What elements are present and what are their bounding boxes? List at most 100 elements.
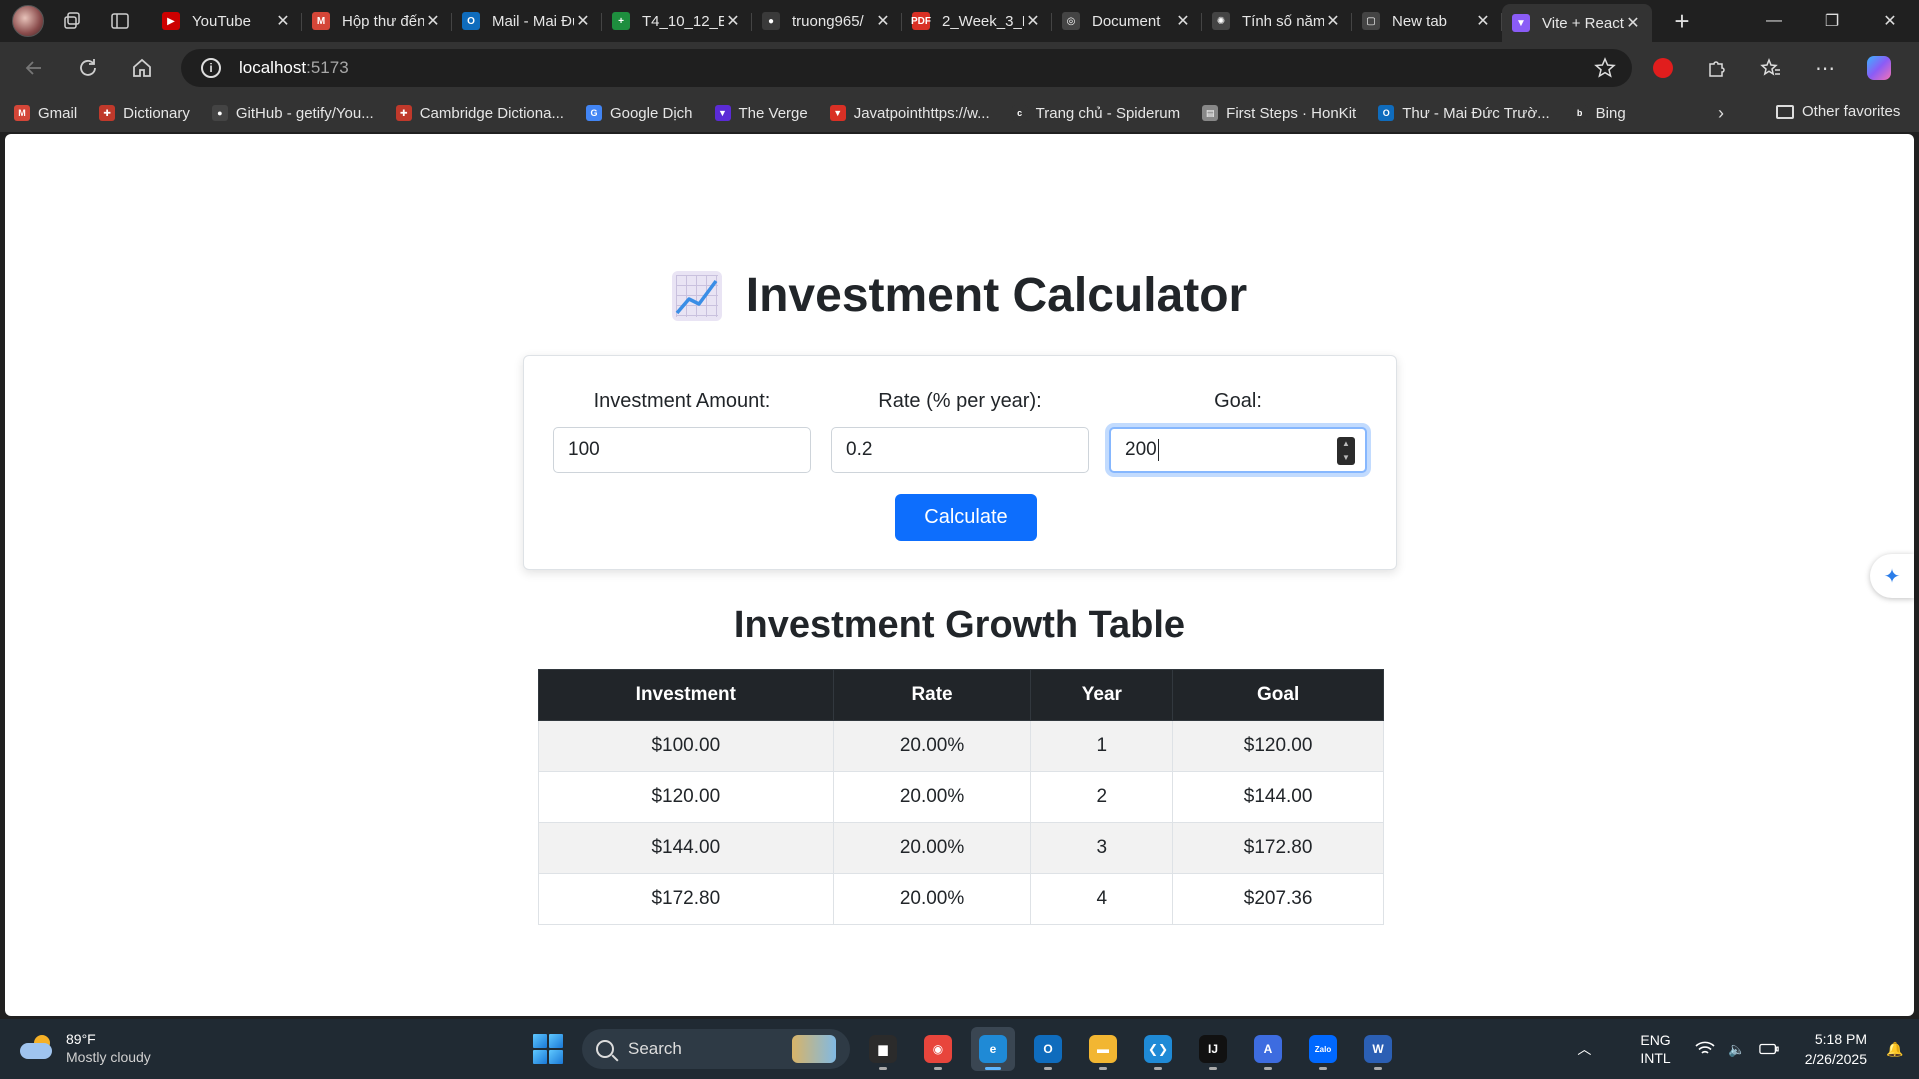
bookmark-item[interactable]: ● GitHub - getify/You... xyxy=(211,105,374,122)
close-tab-icon[interactable]: ✕ xyxy=(724,12,742,30)
spin-up-icon[interactable]: ▲ xyxy=(1342,440,1350,448)
close-tab-icon[interactable]: ✕ xyxy=(1474,12,1492,30)
address-bar[interactable]: i localhost:5173 xyxy=(181,49,1632,87)
weather-widget[interactable]: 89°F Mostly cloudy xyxy=(20,1030,151,1066)
clock[interactable]: 5:18 PM 2/26/2025 xyxy=(1805,1029,1867,1069)
taskbar-app[interactable]: e xyxy=(971,1027,1015,1071)
other-favorites[interactable]: Other favorites xyxy=(1776,103,1900,120)
home-icon[interactable] xyxy=(122,48,162,88)
back-icon[interactable] xyxy=(14,48,54,88)
close-tab-icon[interactable]: ✕ xyxy=(574,12,592,30)
minimize-icon[interactable]: — xyxy=(1745,0,1803,42)
bookmark-label: Dictionary xyxy=(123,104,190,122)
zalo-icon: Zalo xyxy=(1309,1035,1337,1063)
url-text[interactable]: localhost:5173 xyxy=(239,58,349,78)
chevron-up-icon[interactable]: ︿ xyxy=(1574,1040,1594,1058)
workspaces-icon[interactable] xyxy=(52,5,92,37)
tab-title: T4_10_12_Bảng xyxy=(642,12,724,30)
taskbar-search[interactable]: Search xyxy=(582,1029,850,1069)
tab-1[interactable]: M Hộp thư đến ✕ xyxy=(302,4,452,38)
taskbar-app[interactable]: ❮❯ xyxy=(1136,1027,1180,1071)
restore-icon[interactable]: ❐ xyxy=(1803,0,1861,42)
taskbar-app[interactable]: ◉ xyxy=(916,1027,960,1071)
tab-9[interactable]: ▼ Vite + React ✕ xyxy=(1502,4,1652,42)
taskbar-app[interactable]: ▆ xyxy=(861,1027,905,1071)
copilot-sidebar-icon[interactable]: ✦ xyxy=(1870,554,1914,598)
calculate-button[interactable]: Calculate xyxy=(895,494,1037,541)
bookmarks-overflow-icon[interactable]: › xyxy=(1718,103,1724,124)
more-menu-icon[interactable]: ⋯ xyxy=(1805,48,1845,88)
wifi-icon[interactable] xyxy=(1695,1040,1715,1058)
windows-start-icon[interactable] xyxy=(526,1027,570,1071)
close-tab-icon[interactable]: ✕ xyxy=(1024,12,1042,30)
table-cell: $144.00 xyxy=(538,822,834,874)
table-cell: 1 xyxy=(1030,720,1174,772)
edge-icon: e xyxy=(979,1035,1007,1063)
bookmark-item[interactable]: ✚ Dictionary xyxy=(99,105,190,122)
taskbar-app[interactable]: O xyxy=(1026,1027,1070,1071)
amount-input[interactable]: 100 xyxy=(553,427,811,473)
close-window-icon[interactable]: ✕ xyxy=(1861,0,1919,42)
tab-title: Tính số năm xyxy=(1242,12,1324,30)
bookmark-item[interactable]: b Bing xyxy=(1571,105,1626,122)
bookmark-item[interactable]: c Trang chủ - Spiderum xyxy=(1011,105,1180,122)
bookmark-item[interactable]: ▼ Javatpointhttps://w... xyxy=(829,105,990,122)
tab-0[interactable]: ▶ YouTube ✕ xyxy=(152,4,302,38)
tab-2[interactable]: O Mail - Mai Đức✕ xyxy=(452,4,602,38)
bookmark-item[interactable]: ▤ First Steps · HonKit xyxy=(1202,105,1356,122)
close-tab-icon[interactable]: ✕ xyxy=(274,12,292,30)
running-indicator xyxy=(1099,1067,1107,1070)
taskbar-app[interactable]: W xyxy=(1356,1027,1400,1071)
language-indicator[interactable]: ENG INTL xyxy=(1640,1031,1670,1067)
refresh-icon[interactable] xyxy=(68,48,108,88)
bookmark-item[interactable]: M Gmail xyxy=(14,105,77,122)
copilot-icon[interactable] xyxy=(1859,48,1899,88)
running-indicator xyxy=(1044,1067,1052,1070)
spin-down-icon[interactable]: ▼ xyxy=(1342,454,1350,462)
close-tab-icon[interactable]: ✕ xyxy=(424,12,442,30)
bookmarks-bar: M Gmail ✚ Dictionary ● GitHub - getify/You...… xyxy=(0,94,1919,132)
taskbar-app[interactable]: A xyxy=(1246,1027,1290,1071)
favorites-icon[interactable] xyxy=(1751,48,1791,88)
volume-muted-icon[interactable]: 🔈 xyxy=(1727,1040,1747,1058)
tab-6[interactable]: ◎ Document ✕ xyxy=(1052,4,1202,38)
taskbar-app[interactable]: IJ xyxy=(1191,1027,1235,1071)
outlook-icon: O xyxy=(462,12,480,30)
extensions-puzzle-icon[interactable] xyxy=(1697,48,1737,88)
number-spinner[interactable]: ▲ ▼ xyxy=(1337,437,1355,465)
close-tab-icon[interactable]: ✕ xyxy=(1174,12,1192,30)
pdf-icon: PDF xyxy=(911,12,931,30)
close-tab-icon[interactable]: ✕ xyxy=(874,12,892,30)
site-info-icon[interactable]: i xyxy=(201,58,221,78)
bookmark-item[interactable]: G Google Dịch xyxy=(585,105,693,122)
other-favorites-label: Other favorites xyxy=(1802,103,1901,120)
system-tray: ︿ ENG INTL 🔈 5:18 PM 2/26/2025 🔔 xyxy=(1574,1019,1919,1079)
bookmark-item[interactable]: O Thư - Mai Đức Trườ... xyxy=(1378,105,1550,122)
new-tab-button[interactable]: + xyxy=(1664,3,1700,39)
tab-8[interactable]: ▢ New tab ✕ xyxy=(1352,4,1502,38)
battery-icon[interactable] xyxy=(1758,1040,1779,1058)
word-icon: W xyxy=(1364,1035,1392,1063)
tab-4[interactable]: ● truong965/ ✕ xyxy=(752,4,902,38)
tab-strip: ▶YouTube✕MHộp thư đến✕OMail - Mai Đức✕+T… xyxy=(0,0,1919,42)
taskbar-app[interactable]: ▬ xyxy=(1081,1027,1125,1071)
growth-table: Investment Rate Year Goal $100.00 20.00% 1 $12… xyxy=(538,669,1384,925)
profile-avatar[interactable] xyxy=(12,5,44,37)
tab-5[interactable]: PDF 2_Week_3_Ex✕ xyxy=(902,4,1052,38)
extension-red-icon[interactable] xyxy=(1643,48,1683,88)
bookmark-item[interactable]: ✚ Cambridge Dictiona... xyxy=(395,105,564,122)
bookmark-item[interactable]: ▼ The Verge xyxy=(714,105,808,122)
rate-input[interactable]: 0.2 xyxy=(831,427,1089,473)
taskbar-app[interactable]: Zalo xyxy=(1301,1027,1345,1071)
taskbar-search-text: Search xyxy=(628,1039,682,1058)
tab-3[interactable]: + T4_10_12_Bảng✕ xyxy=(602,4,752,38)
vertical-tabs-icon[interactable] xyxy=(100,5,140,37)
bookmark-favicon-icon: ✚ xyxy=(99,105,116,121)
favorite-star-icon[interactable] xyxy=(1594,57,1616,84)
goal-input[interactable]: 200 ▲ ▼ xyxy=(1109,427,1367,473)
tab-7[interactable]: ✺ Tính số năm ✕ xyxy=(1202,4,1352,38)
close-tab-icon[interactable]: ✕ xyxy=(1624,14,1642,32)
running-indicator xyxy=(1209,1067,1217,1070)
notification-bell-icon[interactable]: 🔔 xyxy=(1885,1040,1905,1058)
close-tab-icon[interactable]: ✕ xyxy=(1324,12,1342,30)
